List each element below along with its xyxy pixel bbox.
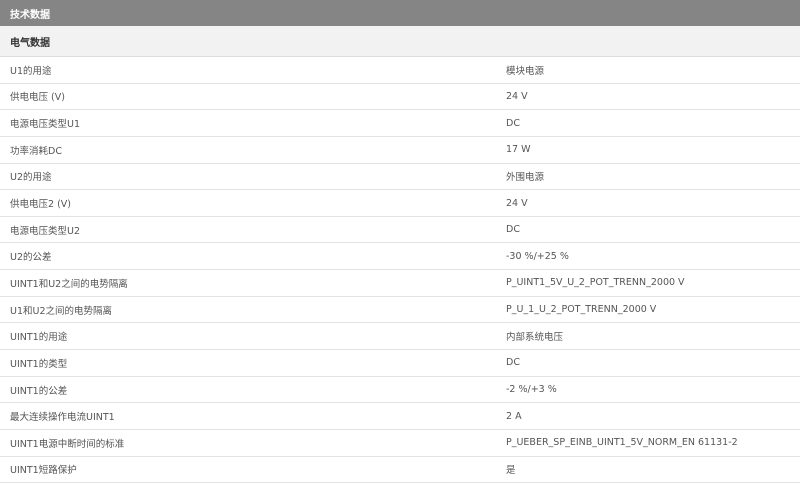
table-row: U2的公差 -30 %/+25 %: [0, 243, 800, 271]
table-row: 电源电压类型U1 DC: [0, 110, 800, 137]
row-label: 最大连续操作电流UINT1: [10, 412, 115, 424]
table-row: 供电电压2 (V) 24 V: [0, 190, 800, 217]
row-value: 2 A: [506, 410, 522, 422]
row-label: UINT1短路保护: [10, 465, 77, 477]
row-value: P_UEBER_SP_EINB_UINT1_5V_NORM_EN 61131-2: [506, 437, 738, 449]
row-label: 功率消耗DC: [10, 145, 62, 157]
row-label: UINT1的公差: [10, 385, 68, 397]
row-label: U1和U2之间的电势隔离: [10, 305, 112, 317]
row-value: DC: [506, 117, 520, 129]
row-label: UINT1和U2之间的电势隔离: [10, 278, 128, 290]
row-label: U1的用途: [10, 65, 52, 77]
row-value: 内部系统电压: [506, 332, 564, 344]
row-label: U2的公差: [10, 252, 52, 264]
row-label: UINT1的用途: [10, 332, 68, 344]
row-label: 电源电压类型U2: [10, 225, 80, 237]
row-label: 电源电压类型U1: [10, 119, 80, 131]
table-row: U1的用途 模块电源: [0, 57, 800, 84]
table-row: 功率消耗DC 17 W: [0, 137, 800, 164]
row-value: DC: [506, 224, 520, 236]
row-value: 17 W: [506, 144, 531, 156]
row-label: UINT1的类型: [10, 358, 68, 370]
table-row: 电源电压类型U2 DC: [0, 217, 800, 244]
table-row: UINT1的用途 内部系统电压: [0, 323, 800, 351]
row-label: U2的用途: [10, 172, 52, 184]
row-value: -30 %/+25 %: [506, 250, 569, 262]
row-value: DC: [506, 357, 520, 369]
table-row: UINT1电源中断时间的标准 P_UEBER_SP_EINB_UINT1_5V_N…: [0, 430, 800, 457]
table-row: 供电电压 (V) 24 V: [0, 84, 800, 111]
row-value: 24 V: [506, 197, 528, 209]
table-row: U1和U2之间的电势隔离 P_U_1_U_2_POT_TRENN_2000 V: [0, 297, 800, 324]
row-value: 是: [506, 465, 516, 477]
table-row: U2的用途 外围电源: [0, 164, 800, 191]
subsection-title: 电气数据: [10, 37, 50, 49]
specs-table: U1的用途 模块电源 供电电压 (V) 24 V 电源电压类型U1 DC 功率消耗DC…: [0, 57, 800, 483]
table-row: UINT1和U2之间的电势隔离 P_UINT1_5V_U_2_POT_TRENN_…: [0, 270, 800, 297]
row-value: 外围电源: [506, 172, 545, 184]
table-row: 最大连续操作电流UINT1 2 A: [0, 403, 800, 430]
table-row: UINT1的类型 DC: [0, 350, 800, 377]
row-value: 模块电源: [506, 65, 545, 77]
row-value: P_U_1_U_2_POT_TRENN_2000 V: [506, 304, 657, 316]
section-title: 技术数据: [10, 9, 50, 21]
row-value: P_UINT1_5V_U_2_POT_TRENN_2000 V: [506, 277, 685, 289]
row-value: 24 V: [506, 90, 528, 102]
row-label: UINT1电源中断时间的标准: [10, 438, 125, 450]
row-label: 供电电压2 (V): [10, 199, 71, 211]
subsection-header: 电气数据: [0, 26, 800, 57]
table-row: UINT1的公差 -2 %/+3 %: [0, 377, 800, 404]
section-header: 技术数据: [0, 0, 800, 26]
row-label: 供电电压 (V): [10, 92, 65, 104]
table-row: UINT1短路保护 是: [0, 457, 800, 483]
row-value: -2 %/+3 %: [506, 384, 557, 395]
